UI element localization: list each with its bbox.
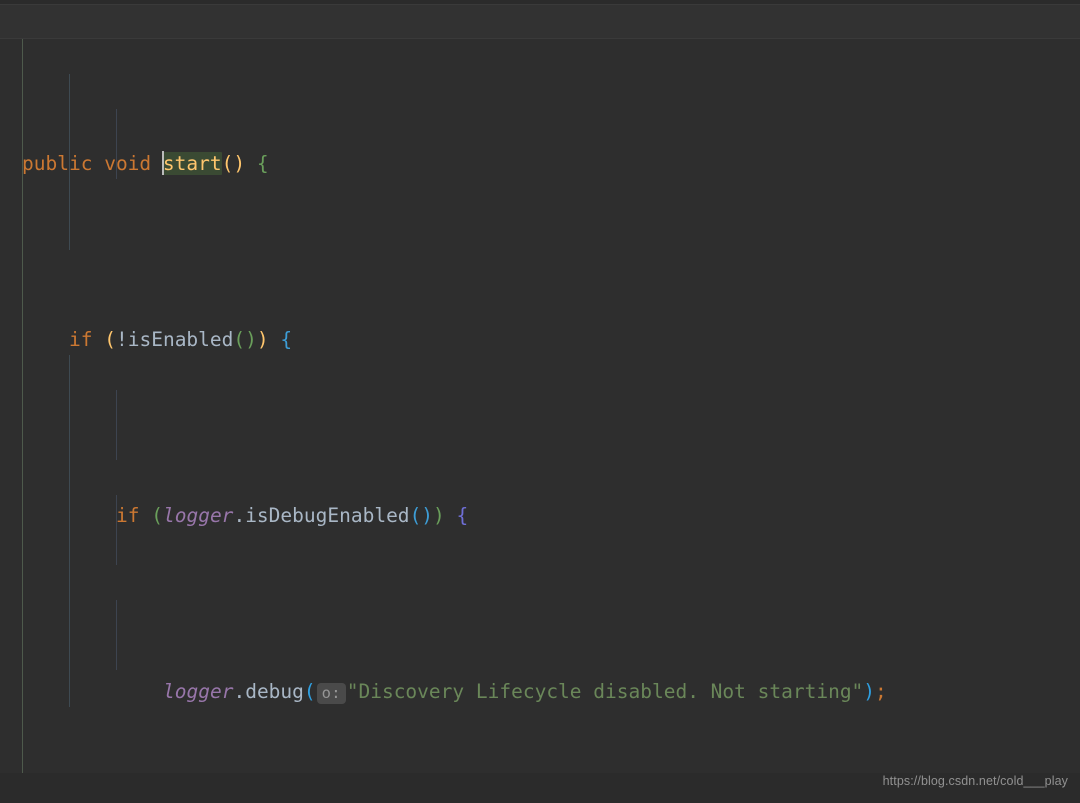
paren-close: ) — [433, 504, 445, 527]
paren-open: ( — [104, 328, 116, 351]
paren-close: ) — [863, 680, 875, 703]
code-line-4[interactable]: logger.debug(o:"Discovery Lifecycle disa… — [0, 674, 1080, 709]
call-parens: () — [410, 504, 433, 527]
dot: . — [233, 680, 245, 703]
paren-open: ( — [222, 152, 234, 175]
code-editor-pane[interactable]: public void start() { if (!isEnabled()) … — [0, 0, 1080, 803]
code-line-1[interactable]: public void start() { — [0, 146, 1080, 181]
paren-close: ) — [233, 152, 245, 175]
semicolon: ; — [875, 680, 887, 703]
call-debug: debug — [245, 680, 304, 703]
call-isEnabled: isEnabled — [128, 328, 234, 351]
text-caret — [162, 151, 164, 175]
call-isDebugEnabled: isDebugEnabled — [245, 504, 409, 527]
call-parens: () — [233, 328, 256, 351]
field-logger: logger — [163, 504, 233, 527]
string-literal: "Discovery Lifecycle disabled. Not start… — [347, 680, 864, 703]
paren-open: ( — [151, 504, 163, 527]
paren-open: ( — [304, 680, 316, 703]
keyword-public: public — [22, 152, 92, 175]
brace-open: { — [257, 152, 269, 175]
keyword-if: if — [116, 504, 139, 527]
paren-close: ) — [257, 328, 269, 351]
watermark-text: https://blog.csdn.net/cold___play — [883, 764, 1068, 799]
brace-open: { — [457, 504, 469, 527]
keyword-void: void — [104, 152, 151, 175]
code-line-2[interactable]: if (!isEnabled()) { — [0, 322, 1080, 357]
code-line-3[interactable]: if (logger.isDebugEnabled()) { — [0, 498, 1080, 533]
not-operator: ! — [116, 328, 128, 351]
code-content[interactable]: public void start() { if (!isEnabled()) … — [0, 0, 1080, 803]
param-hint-chip: o: — [317, 683, 346, 704]
dot: . — [233, 504, 245, 527]
method-name-start: start — [163, 152, 222, 175]
brace-open: { — [280, 328, 292, 351]
field-logger: logger — [163, 680, 233, 703]
keyword-if: if — [69, 328, 92, 351]
